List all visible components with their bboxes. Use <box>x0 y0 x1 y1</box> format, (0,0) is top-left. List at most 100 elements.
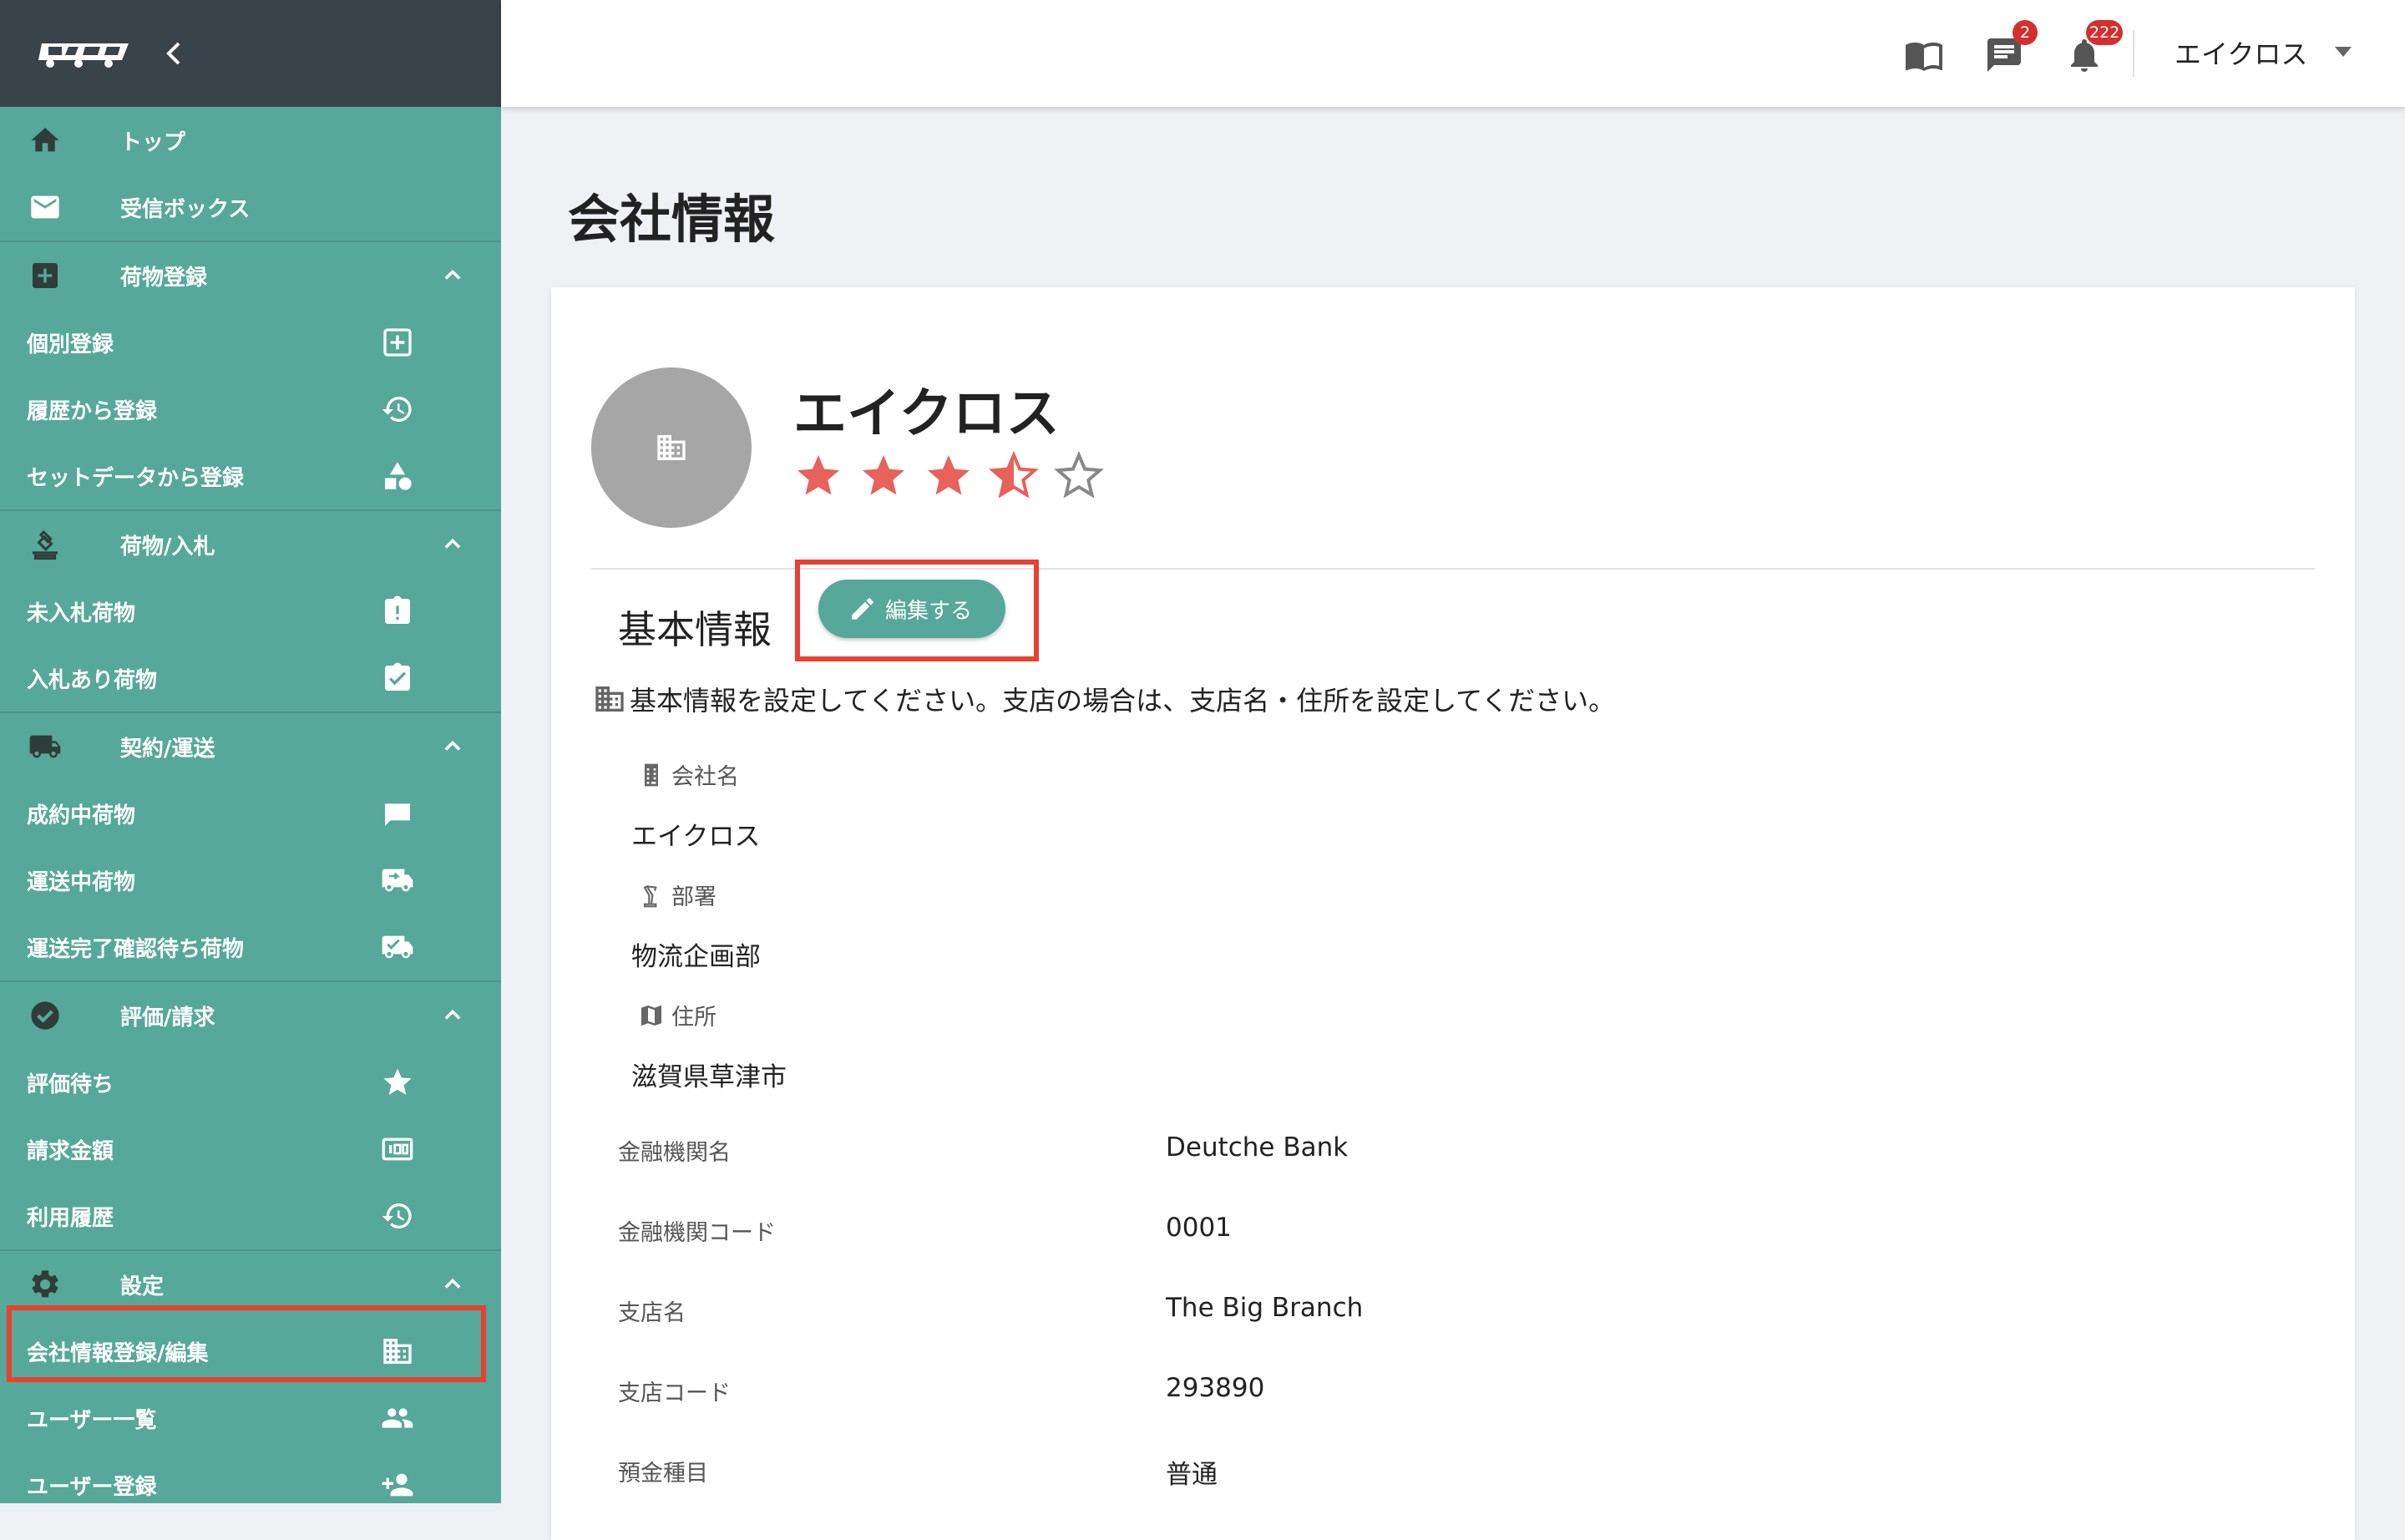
sidebar-item-label: ユーザー一覧 <box>27 1407 157 1433</box>
sidebar-item-inbox[interactable]: 受信ボックス <box>0 174 501 241</box>
sidebar-item-label: 履歴から登録 <box>27 398 158 424</box>
sidebar-header <box>0 0 501 107</box>
field-label-department: 部署 <box>638 879 716 911</box>
sidebar-item-register-from-set-data[interactable]: セットデータから登録 <box>0 443 501 509</box>
branch-code-label: 支店コード <box>618 1380 731 1406</box>
top-app-bar: 2 222 エイクロス <box>501 0 2405 107</box>
chevron-up-icon[interactable] <box>441 533 464 556</box>
chevron-up-icon[interactable] <box>441 264 464 287</box>
sidebar-item-user-list[interactable]: ユーザー一覧 <box>0 1385 501 1451</box>
sidebar-item-in-transit-cargo[interactable]: 運送中荷物 <box>0 847 501 914</box>
account-type-label: 預金種目 <box>618 1461 708 1487</box>
sidebar-item-label: トップ <box>120 129 186 155</box>
notifications-badge: 222 <box>2086 20 2124 45</box>
sidebar-item-billing-amount[interactable]: 請求金額 <box>0 1116 501 1183</box>
divider <box>2133 30 2134 77</box>
company-info-card: エイクロス 基本情報 編集する 基本情報を設定してください。支店の場合は、支店名… <box>551 287 2355 1540</box>
field-label-text: 部署 <box>671 884 716 910</box>
star-filled-icon <box>797 455 839 495</box>
section-title-basic-info: 基本情報 <box>618 607 772 652</box>
gear-icon <box>32 1270 58 1298</box>
building-icon <box>657 435 686 460</box>
sidebar-item-label: 契約/運送 <box>120 736 215 762</box>
company-avatar <box>591 367 752 528</box>
page-title: 会社情報 <box>568 189 776 250</box>
shapes-icon <box>385 462 412 490</box>
desk-lamp-icon <box>643 884 657 907</box>
chevron-up-icon[interactable] <box>441 735 464 758</box>
sidebar-item-user-registration[interactable]: ユーザー登録 <box>0 1451 501 1503</box>
account-type-value: 普通 <box>1166 1460 1218 1490</box>
star-icon <box>383 1068 412 1095</box>
edit-button-label: 編集する <box>885 598 973 624</box>
sidebar-item-label: 運送完了確認待ち荷物 <box>27 936 245 962</box>
sidebar-item-awaiting-rating[interactable]: 評価待ち <box>0 1049 501 1116</box>
sidebar-item-label: 荷物/入札 <box>120 534 215 560</box>
sidebar-item-top[interactable]: トップ <box>0 107 501 174</box>
truck-check-icon <box>382 935 413 959</box>
star-empty-icon <box>1054 451 1104 499</box>
logo-truck-icon[interactable] <box>38 38 134 68</box>
branch-name-label: 支店名 <box>618 1300 686 1326</box>
sidebar-item-register-from-history[interactable]: 履歴から登録 <box>0 376 501 443</box>
add-square-icon <box>383 328 412 357</box>
chevron-up-icon[interactable] <box>441 1004 464 1027</box>
money-icon <box>382 1137 413 1161</box>
branch-name-value: The Big Branch <box>1166 1293 1364 1323</box>
chevron-up-icon[interactable] <box>441 1273 464 1296</box>
sidebar-item-label: 未入札荷物 <box>27 600 136 626</box>
clipboard-check-icon <box>385 662 410 691</box>
sidebar-item-label: 受信ボックス <box>120 196 251 222</box>
field-value-company-name: エイクロス <box>631 822 761 852</box>
sidebar-item-label: 成約中荷物 <box>27 803 136 828</box>
sidebar-group-rating-billing[interactable]: 評価/請求 <box>0 982 501 1049</box>
sidebar-item-unbid-cargo[interactable]: 未入札荷物 <box>0 578 501 645</box>
sidebar-item-individual-registration[interactable]: 個別登録 <box>0 309 501 376</box>
book-icon[interactable] <box>1904 35 1944 75</box>
collapse-sidebar-icon[interactable] <box>164 37 184 70</box>
sidebar-item-label: 利用履歴 <box>27 1205 114 1231</box>
user-menu-name[interactable]: エイクロス <box>2175 33 2307 72</box>
sidebar-item-bid-cargo[interactable]: 入札あり荷物 <box>0 645 501 712</box>
bank-name-label: 金融機関名 <box>618 1140 731 1166</box>
info-message: 基本情報を設定してください。支店の場合は、支店名・住所を設定してください。 <box>593 680 1615 718</box>
add-box-icon <box>33 263 58 288</box>
edit-button[interactable]: 編集する <box>818 580 1005 638</box>
sidebar-group-cargo-registration[interactable]: 荷物登録 <box>0 242 501 309</box>
sidebar-item-awaiting-completion-cargo[interactable]: 運送完了確認待ち荷物 <box>0 914 501 980</box>
field-label-address: 住所 <box>638 999 716 1031</box>
chat-truck-icon <box>385 803 410 826</box>
bank-name-value: Deutche Bank <box>1166 1132 1349 1163</box>
rating-stars <box>793 451 1104 501</box>
history-icon <box>382 397 412 422</box>
field-value-department: 物流企画部 <box>631 942 761 972</box>
truck-delivery-icon <box>382 869 413 892</box>
map-icon <box>641 1005 661 1026</box>
auction-icon <box>33 529 58 560</box>
sidebar-item-label: 運送中荷物 <box>27 869 136 895</box>
star-half-icon <box>989 451 1039 499</box>
info-message-text: 基本情報を設定してください。支店の場合は、支店名・住所を設定してください。 <box>630 685 1616 717</box>
sidebar-group-cargo-bidding[interactable]: 荷物/入札 <box>0 511 501 578</box>
building-icon <box>645 763 658 786</box>
sidebar: トップ 受信ボックス 荷物登録 個別登録 履歴から登録 セットデータから登録 荷… <box>0 0 501 1503</box>
messages-badge: 2 <box>2013 20 2038 45</box>
sidebar-item-contracted-cargo[interactable]: 成約中荷物 <box>0 780 501 847</box>
sidebar-item-label: 請求金額 <box>27 1138 114 1164</box>
caret-down-icon[interactable] <box>2335 47 2352 58</box>
sidebar-item-label: 荷物登録 <box>120 265 208 291</box>
mail-icon <box>31 195 59 219</box>
field-label-text: 会社名 <box>671 764 739 790</box>
sidebar-item-label: 評価/請求 <box>120 1005 215 1031</box>
bank-code-label: 金融機関コード <box>618 1220 776 1246</box>
sidebar-group-contract-transport[interactable]: 契約/運送 <box>0 713 501 780</box>
branch-code-value: 293890 <box>1166 1373 1265 1403</box>
sidebar-item-label: 評価待ち <box>27 1071 114 1097</box>
sidebar-item-label: 入札あり荷物 <box>27 667 158 693</box>
sidebar-item-usage-history[interactable]: 利用履歴 <box>0 1183 501 1249</box>
building-icon <box>595 686 624 712</box>
field-value-address: 滋賀県草津市 <box>631 1062 787 1092</box>
sidebar-item-label: セットデータから登録 <box>27 465 245 491</box>
sidebar-item-label: 設定 <box>120 1274 165 1299</box>
company-name-heading: エイクロス <box>793 383 1060 445</box>
